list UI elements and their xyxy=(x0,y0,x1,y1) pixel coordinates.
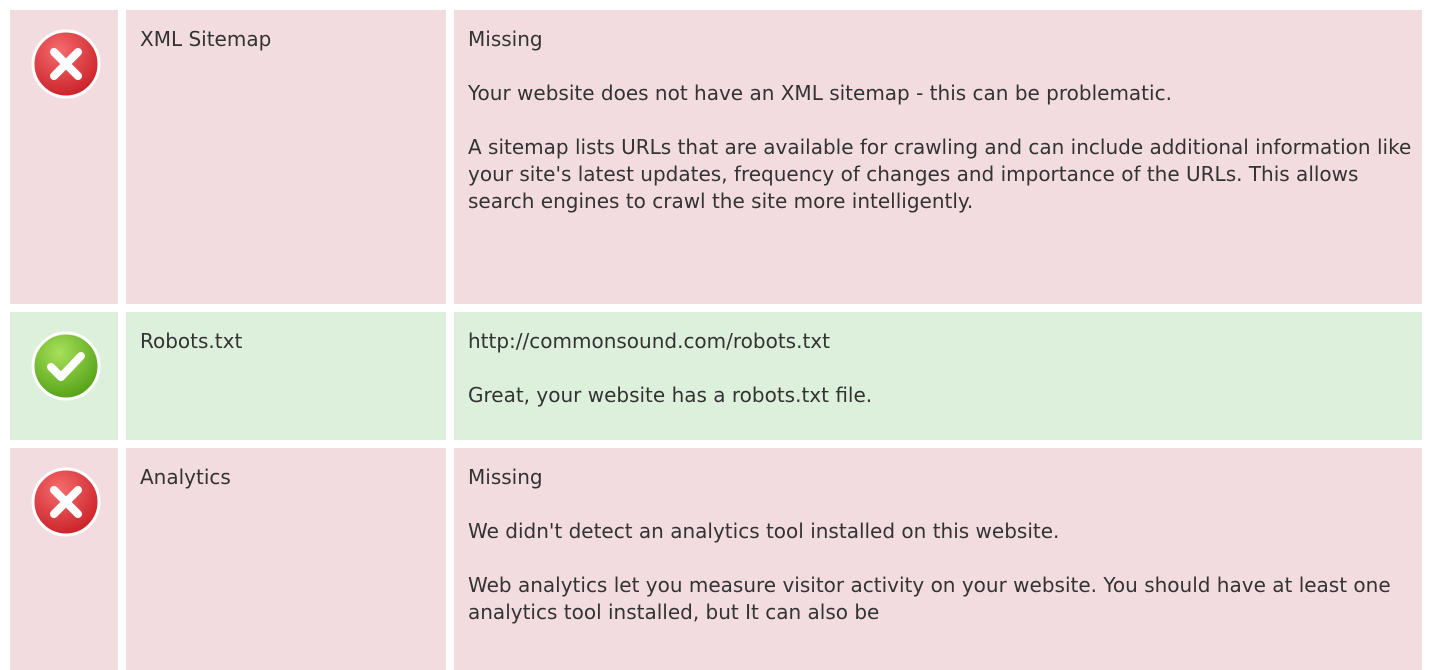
check-message: Your website does not have an XML sitema… xyxy=(468,81,1172,105)
check-detail: A sitemap lists URLs that are available … xyxy=(468,135,1412,213)
check-row-analytics: Analytics Missing We didn't detect an an… xyxy=(0,448,1432,670)
error-x-icon xyxy=(31,29,101,99)
status-cell xyxy=(10,312,118,440)
check-row-robots-txt: Robots.txt http://commonsound.com/robots… xyxy=(0,312,1432,440)
status-cell xyxy=(10,448,118,670)
check-name-cell: XML Sitemap xyxy=(126,10,446,304)
error-x-icon xyxy=(31,467,101,537)
check-name: Robots.txt xyxy=(140,329,243,353)
seo-check-list: XML Sitemap Missing Your website does no… xyxy=(0,0,1432,670)
check-name-cell: Analytics xyxy=(126,448,446,670)
check-result-cell: Missing We didn't detect an analytics to… xyxy=(454,448,1422,670)
success-check-icon xyxy=(31,331,101,401)
check-name: Analytics xyxy=(140,465,231,489)
check-name: XML Sitemap xyxy=(140,27,272,51)
check-message: We didn't detect an analytics tool insta… xyxy=(468,519,1060,543)
check-value: Missing xyxy=(468,465,543,489)
check-result-cell: Missing Your website does not have an XM… xyxy=(454,10,1422,304)
check-result-cell: http://commonsound.com/robots.txt Great,… xyxy=(454,312,1422,440)
check-value: http://commonsound.com/robots.txt xyxy=(468,329,830,353)
status-cell xyxy=(10,10,118,304)
check-name-cell: Robots.txt xyxy=(126,312,446,440)
check-message: Great, your website has a robots.txt fil… xyxy=(468,383,873,407)
check-detail: Web analytics let you measure visitor ac… xyxy=(468,573,1391,624)
check-row-xml-sitemap: XML Sitemap Missing Your website does no… xyxy=(0,10,1432,304)
check-value: Missing xyxy=(468,27,543,51)
